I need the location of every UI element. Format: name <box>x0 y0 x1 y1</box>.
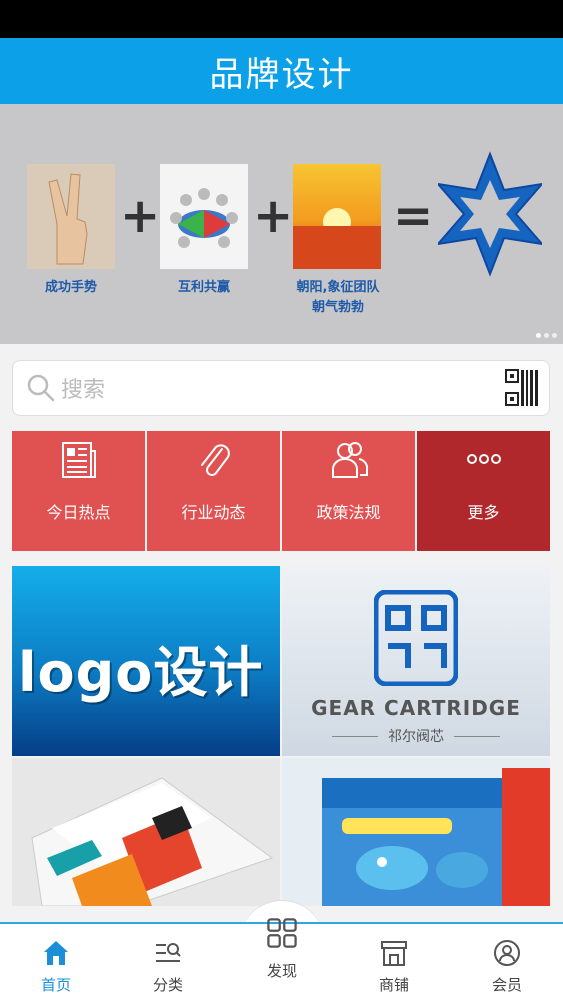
brochure-image <box>31 777 274 906</box>
nav-label: 更多 <box>467 503 500 522</box>
search-bar[interactable]: 搜索 <box>12 360 550 416</box>
product-brochure[interactable] <box>12 758 280 906</box>
tab-discover[interactable]: 发现 <box>226 918 338 1000</box>
tab-label: 发现 <box>266 962 297 980</box>
nav-industry-news[interactable]: 行业动态 <box>147 431 280 551</box>
product-gear-cartridge[interactable]: GEAR CARTRIDGE 祁尔阀芯 <box>282 566 550 756</box>
product-grid: logo设计 GEAR CARTRIDGE 祁尔阀芯 <box>12 566 550 906</box>
category-list-icon <box>156 943 181 962</box>
page-title: 品牌设计 <box>209 54 354 95</box>
search-input[interactable]: 搜索 <box>61 372 505 404</box>
product-brand-subtitle: 祁尔阀芯 <box>388 729 444 745</box>
grid-icon <box>267 918 297 948</box>
banner-caption-1: 成功手势 <box>44 280 97 295</box>
people-circle-icon <box>160 164 248 269</box>
people-icon <box>331 442 368 478</box>
tab-home[interactable]: 首页 <box>0 924 112 1000</box>
qr-scan-icon[interactable] <box>505 369 539 407</box>
status-bar <box>0 0 563 38</box>
title-bar: 品牌设计 <box>0 38 563 104</box>
sunrise-icon <box>293 164 381 269</box>
banner-caption-2: 互利共赢 <box>177 280 230 295</box>
product-packaging[interactable] <box>282 758 550 906</box>
user-icon <box>494 940 520 966</box>
home-icon <box>44 941 68 965</box>
banner-carousel[interactable]: 成功手势 + 互利共赢 + 朝阳,象征团队 朝气勃勃 = <box>0 104 563 344</box>
nav-label: 行业动态 <box>181 503 246 522</box>
product-brand-name: GEAR CARTRIDGE <box>311 696 521 720</box>
tab-label: 首页 <box>40 976 71 994</box>
nav-today-hot[interactable]: 今日热点 <box>12 431 145 551</box>
carousel-dot <box>536 333 541 338</box>
tab-label: 分类 <box>152 976 183 994</box>
nav-more[interactable]: 更多 <box>417 431 550 551</box>
star-logo-icon <box>435 149 545 279</box>
nav-label: 今日热点 <box>46 503 111 522</box>
equals-sign: = <box>393 188 434 244</box>
nav-label: 政策法规 <box>316 503 381 522</box>
tab-category[interactable]: 分类 <box>112 924 224 1000</box>
product-title: logo设计 <box>18 641 264 704</box>
tab-label: 会员 <box>491 976 522 994</box>
newspaper-icon <box>61 442 96 478</box>
victory-hand-icon <box>27 164 115 269</box>
carousel-dot <box>552 333 557 338</box>
bottom-tab-bar: 首页 分类 发现 商铺 会员 <box>0 918 563 1000</box>
plus-sign: + <box>120 188 161 244</box>
tab-label: 商铺 <box>378 976 409 994</box>
plus-sign: + <box>253 188 294 244</box>
storefront-icon <box>381 941 407 966</box>
package-box-image <box>322 768 550 906</box>
search-icon <box>27 374 55 402</box>
nav-policy[interactable]: 政策法规 <box>282 431 415 551</box>
tab-shop[interactable]: 商铺 <box>338 924 450 1000</box>
carousel-indicator <box>536 333 557 338</box>
more-dots-icon <box>466 454 501 464</box>
banner-caption-3: 朝阳,象征团队 朝气勃勃 <box>296 280 380 315</box>
quick-nav: 今日热点 行业动态 政策法规 更多 <box>12 431 550 551</box>
carousel-dot <box>544 333 549 338</box>
tab-member[interactable]: 会员 <box>451 924 563 1000</box>
gear-logo-icon <box>374 590 458 686</box>
paperclip-icon <box>200 444 230 476</box>
product-logo-design[interactable]: logo设计 <box>12 566 280 756</box>
